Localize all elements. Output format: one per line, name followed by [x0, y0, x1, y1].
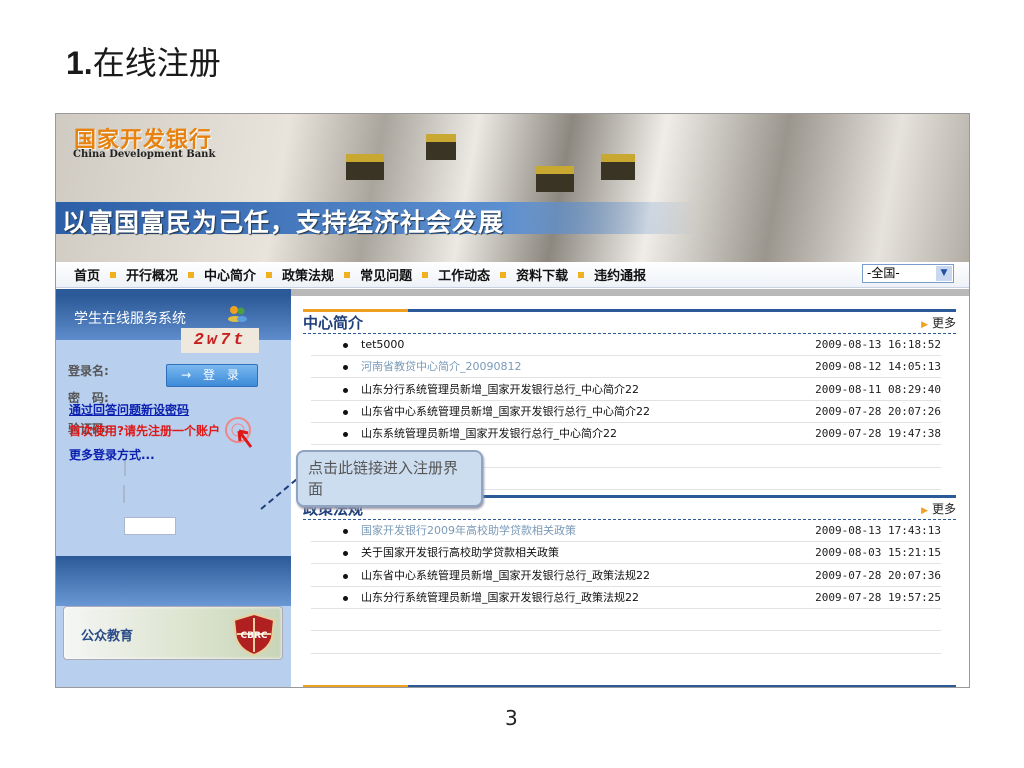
nav-item[interactable]: 工作动态	[438, 265, 490, 284]
news-row: 关于国家开发银行高校助学贷款相关政策 2009-08-03 15:21:15	[311, 542, 941, 565]
news-row: tet5000 2009-08-13 16:18:52	[311, 334, 941, 356]
news-title-link[interactable]: 山东省中心系统管理员新增_国家开发银行总行_中心简介22	[361, 401, 650, 423]
region-select[interactable]: -全国- ▼	[862, 264, 954, 283]
click-indicator-icon	[225, 417, 253, 448]
news-row: 山东分行系统管理员新增_国家开发银行总行_政策法规22 2009-07-28 19…	[311, 587, 941, 609]
reset-password-link[interactable]: 通过回答问题新设密码	[69, 401, 189, 418]
nav-item[interactable]: 中心简介	[204, 265, 256, 284]
news-title-link[interactable]: 山东分行系统管理员新增_国家开发银行总行_中心简介22	[361, 379, 639, 401]
news-date: 2009-08-11 08:29:40	[815, 382, 941, 396]
banner: 国家开发银行 China Development Bank 以富国富民为己任，支…	[56, 114, 969, 262]
bullet-icon	[343, 595, 348, 601]
login-sidebar: 学生在线服务系统 登录名: 密 码: 验证码: 2w7t → 登 录 通过回答问…	[56, 296, 291, 687]
region-select-value: -全国-	[867, 266, 900, 280]
nav-separator	[344, 271, 351, 278]
slogan: 以富国富民为己任，支持经济社会发展	[62, 208, 505, 237]
svg-text:CBRC: CBRC	[241, 631, 268, 641]
news-row: 山东分行系统管理员新增_国家开发银行总行_中心简介22 2009-08-11 08…	[311, 379, 941, 401]
nav-item[interactable]: 资料下载	[516, 265, 568, 284]
arrow-right-icon: ▶	[921, 320, 928, 330]
news-title-link[interactable]: 关于国家开发银行高校助学贷款相关政策	[361, 542, 559, 564]
password-input[interactable]	[123, 485, 125, 503]
news-title-link[interactable]: 河南省教贷中心简介_20090812	[361, 356, 522, 378]
more-link[interactable]: ▶ 更多	[921, 500, 956, 517]
users-icon	[228, 306, 247, 322]
login-button[interactable]: → 登 录	[166, 364, 258, 387]
news-date: 2009-07-28 20:07:36	[815, 568, 941, 582]
news-date: 2009-08-03 15:21:15	[815, 546, 941, 560]
bullet-icon	[343, 387, 348, 393]
login-name-label: 登录名:	[68, 364, 109, 378]
nav-item[interactable]: 违约通报	[594, 265, 646, 284]
section-title[interactable]: 中心简介	[303, 312, 363, 333]
arrow-right-icon: ▶	[921, 506, 928, 516]
public-education-banner[interactable]: 公众教育 CBRC	[63, 606, 283, 660]
nav-separator	[500, 271, 507, 278]
chevron-down-icon[interactable]: ▼	[936, 266, 952, 281]
news-title-link[interactable]: 山东分行系统管理员新增_国家开发银行总行_政策法规22	[361, 587, 639, 609]
slide-title: 1.在线注册	[66, 44, 221, 82]
bullet-icon	[343, 573, 348, 579]
news-date: 2009-08-13 16:18:52	[815, 338, 941, 351]
more-login-link[interactable]: 更多登录方式...	[69, 446, 155, 463]
website-screenshot: 国家开发银行 China Development Bank 以富国富民为己任，支…	[55, 113, 970, 688]
sidebar-title: 学生在线服务系统	[74, 311, 186, 327]
register-link[interactable]: 首次使用?请先注册一个账户	[69, 422, 220, 439]
news-row: 国家开发银行2009年高校助学贷款相关政策 2009-08-13 17:43:13	[311, 520, 941, 542]
bullet-icon	[343, 432, 348, 438]
bullet-icon	[343, 365, 348, 371]
news-row: 山东省中心系统管理员新增_国家开发银行总行_中心简介22 2009-07-28 2…	[311, 401, 941, 423]
news-title-link[interactable]: 国家开发银行2009年高校助学贷款相关政策	[361, 520, 576, 542]
bullet-icon	[343, 551, 348, 557]
cbrc-shield-icon: CBRC	[232, 612, 276, 656]
news-row: 河南省教贷中心简介_20090812 2009-08-12 14:05:13	[311, 356, 941, 379]
nav-separator	[110, 271, 117, 278]
captcha-input[interactable]	[124, 517, 176, 535]
callout-connector	[260, 478, 298, 510]
news-title-link[interactable]: tet5000	[361, 334, 404, 356]
bullet-icon	[343, 529, 348, 534]
news-row: 山东系统管理员新增_国家开发银行总行_中心简介22 2009-07-28 19:4…	[311, 423, 941, 446]
logo-english: China Development Bank	[73, 149, 216, 160]
bullet-icon	[343, 409, 348, 415]
news-title-link[interactable]: 山东系统管理员新增_国家开发银行总行_中心简介22	[361, 423, 617, 445]
news-date: 2009-07-28 19:47:38	[815, 427, 941, 441]
news-date: 2009-08-12 14:05:13	[815, 360, 941, 374]
nav-item[interactable]: 首页	[74, 265, 100, 284]
news-date: 2009-07-28 19:57:25	[815, 590, 941, 604]
nav-item[interactable]: 开行概况	[126, 265, 178, 284]
nav-separator	[578, 271, 585, 278]
nav-item[interactable]: 政策法规	[282, 265, 334, 284]
empty-row	[311, 632, 941, 654]
nav-separator	[422, 271, 429, 278]
news-title-link[interactable]: 山东省中心系统管理员新增_国家开发银行总行_政策法规22	[361, 565, 650, 587]
public-education-label: 公众教育	[81, 629, 134, 644]
main-nav: 首页 开行概况 中心简介 政策法规 常见问题 工作动态 资料下载 违约通报 -全国- ▼	[56, 262, 969, 288]
nav-item[interactable]: 常见问题	[360, 265, 412, 284]
nav-separator	[188, 271, 195, 278]
annotation-callout: 点击此链接进入注册界面	[296, 450, 483, 507]
empty-row	[311, 609, 941, 632]
bullet-icon	[343, 343, 348, 348]
more-link[interactable]: ▶ 更多	[921, 314, 956, 331]
news-row: 山东省中心系统管理员新增_国家开发银行总行_政策法规22 2009-07-28 2…	[311, 565, 941, 587]
news-date: 2009-08-13 17:43:13	[815, 524, 941, 537]
nav-separator	[266, 271, 273, 278]
page-number: 3	[505, 706, 518, 730]
news-date: 2009-07-28 20:07:26	[815, 404, 941, 418]
captcha-image[interactable]: 2w7t	[181, 328, 259, 353]
